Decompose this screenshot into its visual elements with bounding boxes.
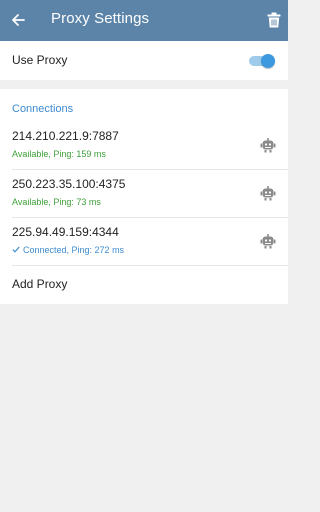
proxy-address: 214.210.221.9:7887: [12, 129, 119, 143]
add-proxy-label: Add Proxy: [12, 277, 68, 291]
connections-header: Connections: [12, 103, 74, 115]
check-icon: [12, 246, 20, 253]
robot-icon: [260, 234, 276, 249]
delete-button[interactable]: [262, 8, 286, 32]
app-bar: Proxy Settings: [0, 0, 288, 41]
switch-thumb: [261, 54, 275, 68]
proxy-status: Available, Ping: 73 ms: [12, 197, 101, 207]
back-button[interactable]: [6, 8, 30, 32]
proxy-info-button[interactable]: [258, 231, 278, 251]
proxy-status-text: Connected, Ping: 272 ms: [23, 245, 125, 255]
add-proxy-button[interactable]: Add Proxy: [0, 265, 288, 303]
proxy-info-button[interactable]: [258, 183, 278, 203]
proxy-item[interactable]: 214.210.221.9:7887 Available, Ping: 159 …: [0, 121, 288, 169]
proxy-item-active[interactable]: 225.94.49.159:4344 Connected, Ping: 272 …: [0, 217, 288, 265]
proxy-info-button[interactable]: [258, 135, 278, 155]
robot-icon: [260, 186, 276, 201]
proxy-address: 250.223.35.100:4375: [12, 177, 126, 191]
connections-section: Connections 214.210.221.9:7887 Available…: [0, 89, 288, 304]
proxy-item[interactable]: 250.223.35.100:4375 Available, Ping: 73 …: [0, 169, 288, 217]
trash-icon: [267, 12, 281, 28]
use-proxy-switch[interactable]: [249, 54, 275, 68]
arrow-left-icon: [12, 14, 25, 26]
robot-icon: [260, 138, 276, 153]
page-title: Proxy Settings: [51, 10, 150, 27]
use-proxy-row[interactable]: Use Proxy: [0, 41, 288, 80]
use-proxy-label: Use Proxy: [12, 53, 68, 67]
proxy-address: 225.94.49.159:4344: [12, 225, 119, 239]
proxy-status: Available, Ping: 159 ms: [12, 149, 106, 159]
proxy-status: Connected, Ping: 272 ms: [12, 245, 124, 255]
